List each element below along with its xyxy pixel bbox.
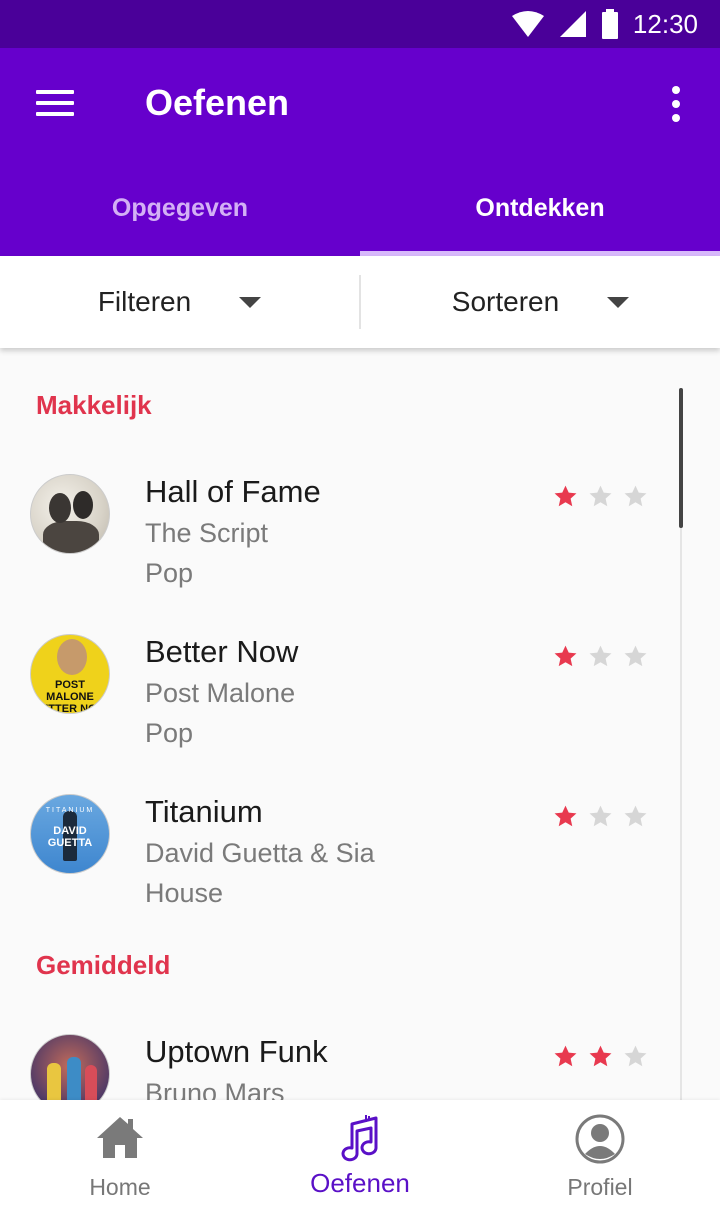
album-cover: TITANIUM DAVID GUETTA bbox=[30, 794, 110, 874]
star-filled-icon bbox=[554, 805, 577, 827]
tab-opgegeven[interactable]: Opgegeven bbox=[0, 160, 360, 256]
difficulty-rating bbox=[553, 484, 648, 509]
status-icons: 12:30 bbox=[511, 8, 698, 40]
song-title: Uptown Funk bbox=[145, 1034, 328, 1069]
nav-item-oefenen[interactable]: Oefenen bbox=[240, 1100, 480, 1212]
song-genre: House bbox=[145, 878, 224, 908]
page-title: Oefenen bbox=[145, 82, 290, 123]
star-empty-icon bbox=[624, 805, 647, 827]
scrollbar-thumb[interactable] bbox=[679, 388, 683, 528]
song-artist: Bruno Mars bbox=[145, 1078, 285, 1100]
status-time: 12:30 bbox=[632, 8, 698, 39]
star-filled-icon bbox=[589, 1045, 612, 1067]
bottom-nav: Home Oefenen Profiel bbox=[0, 1100, 720, 1212]
album-cover-subtext: TITANIUM bbox=[45, 807, 95, 814]
song-title: Titanium bbox=[145, 794, 263, 829]
difficulty-rating bbox=[553, 804, 648, 829]
song-item[interactable]: Uptown Funk Bruno Mars bbox=[0, 1034, 680, 1100]
song-title: Hall of Fame bbox=[145, 474, 321, 509]
difficulty-rating bbox=[553, 1044, 648, 1069]
caret-down-icon bbox=[607, 296, 630, 308]
app-bar: Oefenen Opgegeven Ontdekken bbox=[0, 48, 720, 256]
nav-label: Home bbox=[89, 1174, 151, 1200]
song-item[interactable]: Hall of Fame The Script Pop bbox=[0, 474, 680, 614]
tab-bar: Opgegeven Ontdekken bbox=[0, 160, 720, 256]
album-cover: POST MALONE BETTER NOW bbox=[30, 634, 110, 714]
song-artist: The Script bbox=[145, 518, 269, 548]
star-empty-icon bbox=[624, 1045, 647, 1067]
star-filled-icon bbox=[554, 645, 577, 667]
battery-icon bbox=[601, 9, 618, 39]
star-empty-icon bbox=[624, 645, 647, 667]
nav-item-home[interactable]: Home bbox=[0, 1100, 240, 1212]
star-empty-icon bbox=[589, 805, 612, 827]
album-cover-text: POST MALONE BETTER NOW bbox=[33, 679, 107, 714]
caret-down-icon bbox=[239, 296, 262, 308]
sort-dropdown[interactable]: Sorteren bbox=[361, 256, 720, 348]
star-filled-icon bbox=[554, 1045, 577, 1067]
album-cover bbox=[30, 1034, 110, 1100]
wifi-icon bbox=[511, 11, 544, 37]
section-title-gemiddeld: Gemiddeld bbox=[36, 950, 171, 980]
song-item[interactable]: POST MALONE BETTER NOW Better Now Post M… bbox=[0, 634, 680, 774]
nav-item-profiel[interactable]: Profiel bbox=[480, 1100, 720, 1212]
status-bar: 12:30 bbox=[0, 0, 720, 48]
signal-icon bbox=[559, 11, 586, 37]
song-genre: Pop bbox=[145, 558, 194, 588]
tab-ontdekken[interactable]: Ontdekken bbox=[360, 160, 720, 256]
nav-label: Oefenen bbox=[310, 1168, 410, 1198]
album-cover bbox=[30, 474, 110, 554]
song-genre: Pop bbox=[145, 718, 194, 748]
album-cover-text: DAVID GUETTA bbox=[47, 825, 93, 849]
section-title-makkelijk: Makkelijk bbox=[36, 390, 152, 420]
filter-bar: Filteren Sorteren bbox=[0, 256, 720, 348]
profile-icon bbox=[575, 1114, 625, 1164]
music-note-icon bbox=[341, 1115, 378, 1162]
nav-label: Profiel bbox=[567, 1174, 633, 1200]
more-options-icon[interactable] bbox=[668, 86, 684, 122]
song-list[interactable]: Makkelijk Hall of Fame The Script Pop PO… bbox=[0, 348, 720, 1100]
filter-dropdown[interactable]: Filteren bbox=[0, 256, 359, 348]
difficulty-rating bbox=[553, 644, 648, 669]
sort-label: Sorteren bbox=[451, 286, 560, 317]
star-empty-icon bbox=[589, 485, 612, 507]
filter-label: Filteren bbox=[97, 286, 192, 317]
star-empty-icon bbox=[589, 645, 612, 667]
home-icon bbox=[97, 1117, 143, 1158]
song-item[interactable]: TITANIUM DAVID GUETTA Titanium David Guet… bbox=[0, 794, 680, 934]
song-artist: Post Malone bbox=[145, 678, 296, 708]
song-artist: David Guetta & Sia bbox=[145, 838, 375, 868]
song-title: Better Now bbox=[145, 634, 299, 669]
star-empty-icon bbox=[624, 485, 647, 507]
menu-icon[interactable] bbox=[36, 90, 74, 120]
star-filled-icon bbox=[554, 485, 577, 507]
